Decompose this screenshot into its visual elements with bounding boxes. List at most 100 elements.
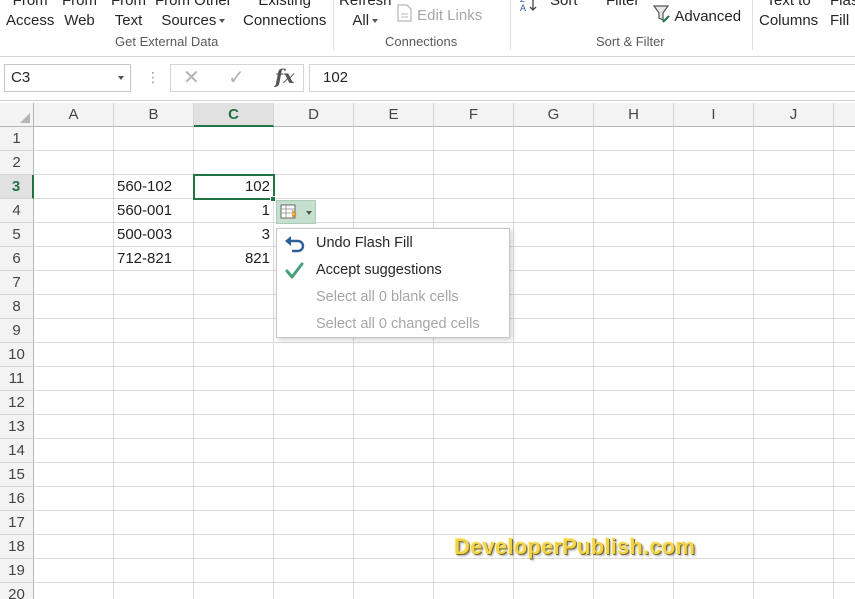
- column-header-c[interactable]: C: [194, 103, 274, 127]
- column-header-b[interactable]: B: [114, 103, 194, 127]
- column-header-j[interactable]: J: [754, 103, 834, 127]
- from-text-button[interactable]: From Text: [111, 0, 146, 31]
- row-header-20[interactable]: 20: [0, 583, 34, 599]
- menu-item-accept-suggestions[interactable]: Accept suggestions: [277, 257, 509, 284]
- filter-button[interactable]: Filter: [606, 0, 639, 11]
- formula-input[interactable]: 102: [309, 64, 855, 92]
- text-to-columns-line1: Text to: [766, 0, 811, 9]
- existing-connections-line2: Connections: [243, 12, 327, 29]
- row-header-11[interactable]: 11: [0, 367, 34, 391]
- refresh-all-line2-wrap: All: [339, 11, 392, 31]
- cell-c6[interactable]: 821: [194, 247, 274, 271]
- chevron-down-icon: [372, 19, 379, 24]
- flash-fill-icon: [280, 204, 297, 219]
- group-label-sort-filter: Sort & Filter: [596, 34, 665, 49]
- row-header-13[interactable]: 13: [0, 415, 34, 439]
- cell-c4[interactable]: 1: [194, 199, 274, 223]
- row-header-14[interactable]: 14: [0, 439, 34, 463]
- row-header-10[interactable]: 10: [0, 343, 34, 367]
- cell-b4[interactable]: 560-001: [114, 199, 194, 223]
- row-header-5[interactable]: 5: [0, 223, 34, 247]
- gridline: [34, 582, 855, 583]
- row-header-2[interactable]: 2: [0, 151, 34, 175]
- gridline: [34, 438, 855, 439]
- select-blank-cells-label: Select all 0 blank cells: [316, 289, 459, 305]
- group-label-get-external-data: Get External Data: [115, 34, 219, 49]
- column-header-i[interactable]: I: [674, 103, 754, 127]
- more-options-icon[interactable]: ⋮: [146, 69, 160, 86]
- gridline: [34, 534, 855, 535]
- sort-button[interactable]: Sort: [550, 0, 578, 11]
- column-header-k[interactable]: [834, 103, 855, 127]
- from-other-sources-button[interactable]: From Other Sources: [155, 0, 232, 31]
- column-header-f[interactable]: F: [434, 103, 514, 127]
- row-header-18[interactable]: 18: [0, 535, 34, 559]
- cell-b3[interactable]: 560-102: [114, 175, 194, 199]
- name-box[interactable]: C3: [4, 64, 131, 92]
- row-header-17[interactable]: 17: [0, 511, 34, 535]
- row-header-15[interactable]: 15: [0, 463, 34, 487]
- existing-connections-line1: Existing: [258, 0, 311, 9]
- name-box-value: C3: [11, 69, 31, 86]
- gridline: [34, 486, 855, 487]
- text-to-columns-button[interactable]: Text to Columns: [759, 0, 818, 31]
- insert-function-icon[interactable]: fx: [275, 66, 295, 88]
- select-all-corner[interactable]: [0, 103, 34, 127]
- column-header-e[interactable]: E: [354, 103, 434, 127]
- row-header-19[interactable]: 19: [0, 559, 34, 583]
- accept-suggestions-label: Accept suggestions: [316, 262, 442, 278]
- row-header-16[interactable]: 16: [0, 487, 34, 511]
- group-separator: [333, 0, 334, 50]
- from-text-line2: Text: [114, 12, 143, 29]
- row-header-12[interactable]: 12: [0, 391, 34, 415]
- row-header-7[interactable]: 7: [0, 271, 34, 295]
- column-header-h[interactable]: H: [594, 103, 674, 127]
- row-header-4[interactable]: 4: [0, 199, 34, 223]
- watermark: DeveloperPublish.com: [454, 534, 696, 559]
- gridline: [34, 462, 855, 463]
- row-header-3[interactable]: 3: [0, 175, 34, 199]
- from-web-line1: From: [62, 0, 97, 9]
- group-label-connections: Connections: [385, 34, 458, 49]
- refresh-all-line2: All: [352, 12, 370, 29]
- cell-b6[interactable]: 712-821: [114, 247, 194, 271]
- menu-item-undo-flash-fill[interactable]: Undo Flash Fill: [277, 230, 509, 257]
- sort-az-icon[interactable]: ZA: [519, 0, 539, 20]
- from-web-line2: Web: [64, 12, 95, 29]
- edit-links-button[interactable]: Edit Links: [396, 4, 482, 28]
- chevron-down-icon: [306, 211, 312, 215]
- menu-item-select-changed-cells[interactable]: Select all 0 changed cells: [277, 311, 509, 338]
- gridline: [34, 342, 855, 343]
- refresh-all-line1: Refresh: [339, 0, 392, 9]
- ribbon: From Access From Web From Text From Othe…: [0, 0, 855, 57]
- chevron-down-icon[interactable]: [118, 76, 124, 80]
- gridline: [34, 558, 855, 559]
- cell-c5[interactable]: 3: [194, 223, 274, 247]
- row-header-6[interactable]: 6: [0, 247, 34, 271]
- flash-fill-options-button[interactable]: [276, 200, 316, 224]
- enter-checkmark-icon[interactable]: ✓: [228, 67, 245, 89]
- from-other-sources-line2: Sources: [161, 12, 217, 29]
- column-header-d[interactable]: D: [274, 103, 354, 127]
- flash-fill-button[interactable]: Flash Fill: [830, 0, 855, 31]
- flash-fill-line2: Fill: [830, 12, 850, 29]
- row-header-1[interactable]: 1: [0, 127, 34, 151]
- column-header-a[interactable]: A: [34, 103, 114, 127]
- from-access-button[interactable]: From Access: [6, 0, 54, 31]
- from-web-button[interactable]: From Web: [62, 0, 97, 31]
- svg-text:A: A: [520, 3, 526, 13]
- cell-b5[interactable]: 500-003: [114, 223, 194, 247]
- from-other-sources-line1: From Other: [155, 0, 232, 9]
- cancel-icon[interactable]: ✕: [183, 67, 200, 89]
- existing-connections-button[interactable]: Existing Connections: [243, 0, 326, 31]
- group-separator: [510, 0, 511, 50]
- advanced-filter-button[interactable]: Advanced: [652, 4, 741, 30]
- from-access-line2: Access: [6, 12, 55, 29]
- edit-links-icon: [396, 4, 413, 28]
- row-header-9[interactable]: 9: [0, 319, 34, 343]
- menu-item-select-blank-cells[interactable]: Select all 0 blank cells: [277, 284, 509, 311]
- row-header-8[interactable]: 8: [0, 295, 34, 319]
- refresh-all-button[interactable]: Refresh All: [339, 0, 392, 31]
- from-text-line1: From: [111, 0, 146, 9]
- column-header-g[interactable]: G: [514, 103, 594, 127]
